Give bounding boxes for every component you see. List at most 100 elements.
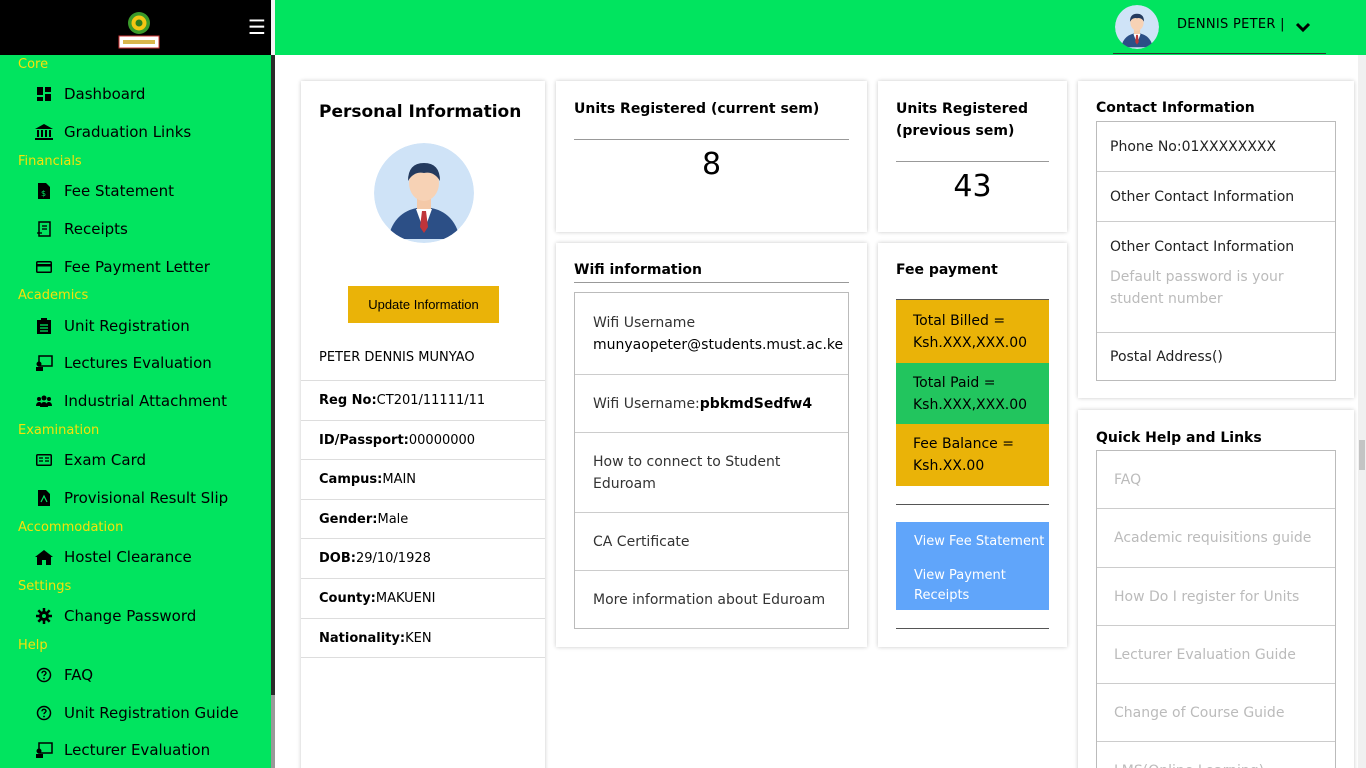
link-text: Eduroam [593, 475, 656, 492]
total-paid-label: Total Paid = [913, 374, 996, 391]
sidebar-item-label: Receipts [64, 220, 128, 238]
sidebar-item-unit-registration[interactable]: Unit Registration [35, 311, 190, 341]
invoice-icon: $ [35, 182, 53, 200]
divider [574, 282, 849, 283]
chevron-down-icon[interactable] [1295, 19, 1311, 38]
units-current-card: Units Registered (current sem) 8 [556, 81, 867, 232]
info-label: Gender: [319, 512, 378, 527]
sidebar-item-label: Hostel Clearance [64, 548, 192, 566]
sidebar-item-graduation-links[interactable]: Graduation Links [35, 117, 191, 147]
university-logo[interactable] [117, 10, 161, 50]
units-previous-title-line: Units Registered [896, 101, 1029, 117]
total-paid-box: Total Paid = Ksh.XXX,XXX.00 [896, 363, 1049, 424]
section-label-examination: Examination [18, 423, 100, 438]
other-contact-label: Other Contact Information [1110, 239, 1295, 255]
sidebar-item-industrial-attachment[interactable]: Industrial Attachment [35, 386, 227, 416]
page-scrollbar-thumb[interactable] [1359, 440, 1365, 470]
button-text: View Payment [914, 568, 1006, 583]
sidebar-item-dashboard[interactable]: Dashboard [35, 79, 145, 109]
quick-help-title: Quick Help and Links [1096, 430, 1262, 446]
sidebar-item-label: Lectures Evaluation [64, 354, 212, 372]
phone-number-item[interactable]: Phone No:01XXXXXXXX [1097, 122, 1335, 172]
sidebar-item-label: Dashboard [64, 85, 146, 103]
wifi-username-value: pbkmdSedfw4 [699, 395, 813, 412]
divider [896, 628, 1049, 629]
help-link-academic-requisitions[interactable]: Academic requisitions guide [1097, 509, 1335, 568]
eduroam-connect-link[interactable]: How to connect to Student Eduroam [575, 433, 848, 513]
fee-payment-card: Fee payment Total Billed = Ksh.XXX,XXX.0… [878, 243, 1067, 647]
total-billed-label: Total Billed = [913, 312, 1006, 329]
fee-balance-value: Ksh.XX.00 [913, 458, 985, 474]
contact-list: Phone No:01XXXXXXXX Other Contact Inform… [1096, 121, 1336, 381]
sidebar-item-label: Change Password [64, 607, 197, 625]
divider [896, 161, 1049, 162]
username-label[interactable]: DENNIS PETER | [1177, 17, 1285, 32]
other-contact-item-with-hint[interactable]: Other Contact Information Default passwo… [1097, 222, 1335, 333]
help-link-register-units[interactable]: How Do I register for Units [1097, 568, 1335, 626]
units-previous-card: Units Registered (previous sem) 43 [878, 81, 1067, 232]
eduroam-more-info-link[interactable]: More information about Eduroam [575, 571, 848, 628]
gear-icon [35, 607, 53, 625]
sidebar-item-hostel-clearance[interactable]: Hostel Clearance [35, 542, 192, 572]
divider [896, 504, 1049, 505]
section-label-accommodation: Accommodation [18, 520, 124, 535]
question-circle-icon [35, 666, 53, 684]
units-current-title: Units Registered (current sem) [574, 101, 820, 117]
sidebar-item-exam-card[interactable]: Exam Card [35, 445, 146, 475]
question-circle-icon [35, 704, 53, 722]
sidebar-item-lecturer-evaluation[interactable]: Lecturer Evaluation [35, 735, 210, 765]
sidebar-item-change-password[interactable]: Change Password [35, 601, 196, 631]
divider [574, 139, 849, 140]
chalkboard-icon [35, 354, 53, 372]
help-link-change-course[interactable]: Change of Course Guide [1097, 684, 1335, 742]
info-label: ID/Passport: [319, 433, 409, 448]
sidebar-item-label: Unit Registration [64, 317, 190, 335]
info-value: CT201/11111/11 [376, 393, 486, 408]
student-name: PETER DENNIS MUNYAO [319, 350, 475, 365]
wifi-username-item[interactable]: Wifi Username munyaopeter@students.must.… [575, 293, 848, 375]
info-value: 29/10/1928 [355, 551, 431, 566]
info-row-campus: Campus: MAIN [301, 459, 545, 499]
clipboard-icon [35, 317, 53, 335]
password-hint: Default password is your [1110, 269, 1284, 285]
sidebar-item-lectures-evaluation[interactable]: Lectures Evaluation [35, 348, 212, 378]
id-card-icon [35, 451, 53, 469]
sidebar-item-label: Fee Statement [64, 182, 174, 200]
sidebar: ☰ Core Dashboard Graduation Links Financ… [0, 0, 271, 768]
help-link-lms[interactable]: LMS(Online Learning) [1097, 742, 1335, 768]
units-previous-title: Units Registered (previous sem) [896, 98, 1028, 142]
help-link-lecturer-evaluation[interactable]: Lecturer Evaluation Guide [1097, 626, 1335, 684]
contact-info-title: Contact Information [1096, 100, 1255, 116]
units-current-value: 8 [701, 147, 722, 182]
update-information-button[interactable]: Update Information [348, 286, 499, 323]
view-fee-statement-button[interactable]: View Fee Statement [896, 522, 1049, 562]
view-payment-receipts-button[interactable]: View Payment Receipts [896, 562, 1049, 610]
sidebar-item-fee-statement[interactable]: $ Fee Statement [35, 176, 174, 206]
dashboard-icon [35, 85, 53, 103]
menu-toggle-icon[interactable]: ☰ [248, 15, 266, 39]
ca-certificate-link[interactable]: CA Certificate [575, 513, 848, 571]
contact-info-card: Contact Information Phone No:01XXXXXXXX … [1078, 81, 1354, 398]
user-avatar[interactable] [1115, 5, 1159, 49]
wifi-password-item[interactable]: Wifi Username: pbkmdSedfw4 [575, 375, 848, 433]
link-text: More information about Eduroam [593, 591, 826, 608]
other-contact-item[interactable]: Other Contact Information [1097, 172, 1335, 222]
info-label: County: [319, 591, 376, 606]
profile-avatar [374, 143, 474, 243]
sidebar-item-provisional-result-slip[interactable]: Provisional Result Slip [35, 483, 228, 513]
sidebar-item-fee-payment-letter[interactable]: Fee Payment Letter [35, 252, 210, 282]
help-link-faq[interactable]: FAQ [1097, 451, 1335, 509]
sidebar-item-label: Lecturer Evaluation [64, 741, 211, 759]
sidebar-item-unit-registration-guide[interactable]: Unit Registration Guide [35, 698, 239, 728]
postal-address-item[interactable]: Postal Address() [1097, 333, 1335, 380]
info-value: MAIN [382, 472, 417, 487]
info-value: 00000000 [408, 433, 476, 448]
sidebar-item-receipts[interactable]: Receipts [35, 214, 128, 244]
sidebar-item-label: Exam Card [64, 451, 147, 469]
fee-payment-title: Fee payment [896, 262, 998, 278]
page-scrollbar[interactable] [1358, 55, 1366, 768]
personal-info-card: Personal Information Update Information … [301, 81, 545, 768]
sidebar-item-label: FAQ [64, 666, 94, 684]
sidebar-item-faq[interactable]: FAQ [35, 660, 93, 690]
users-icon [35, 392, 53, 410]
